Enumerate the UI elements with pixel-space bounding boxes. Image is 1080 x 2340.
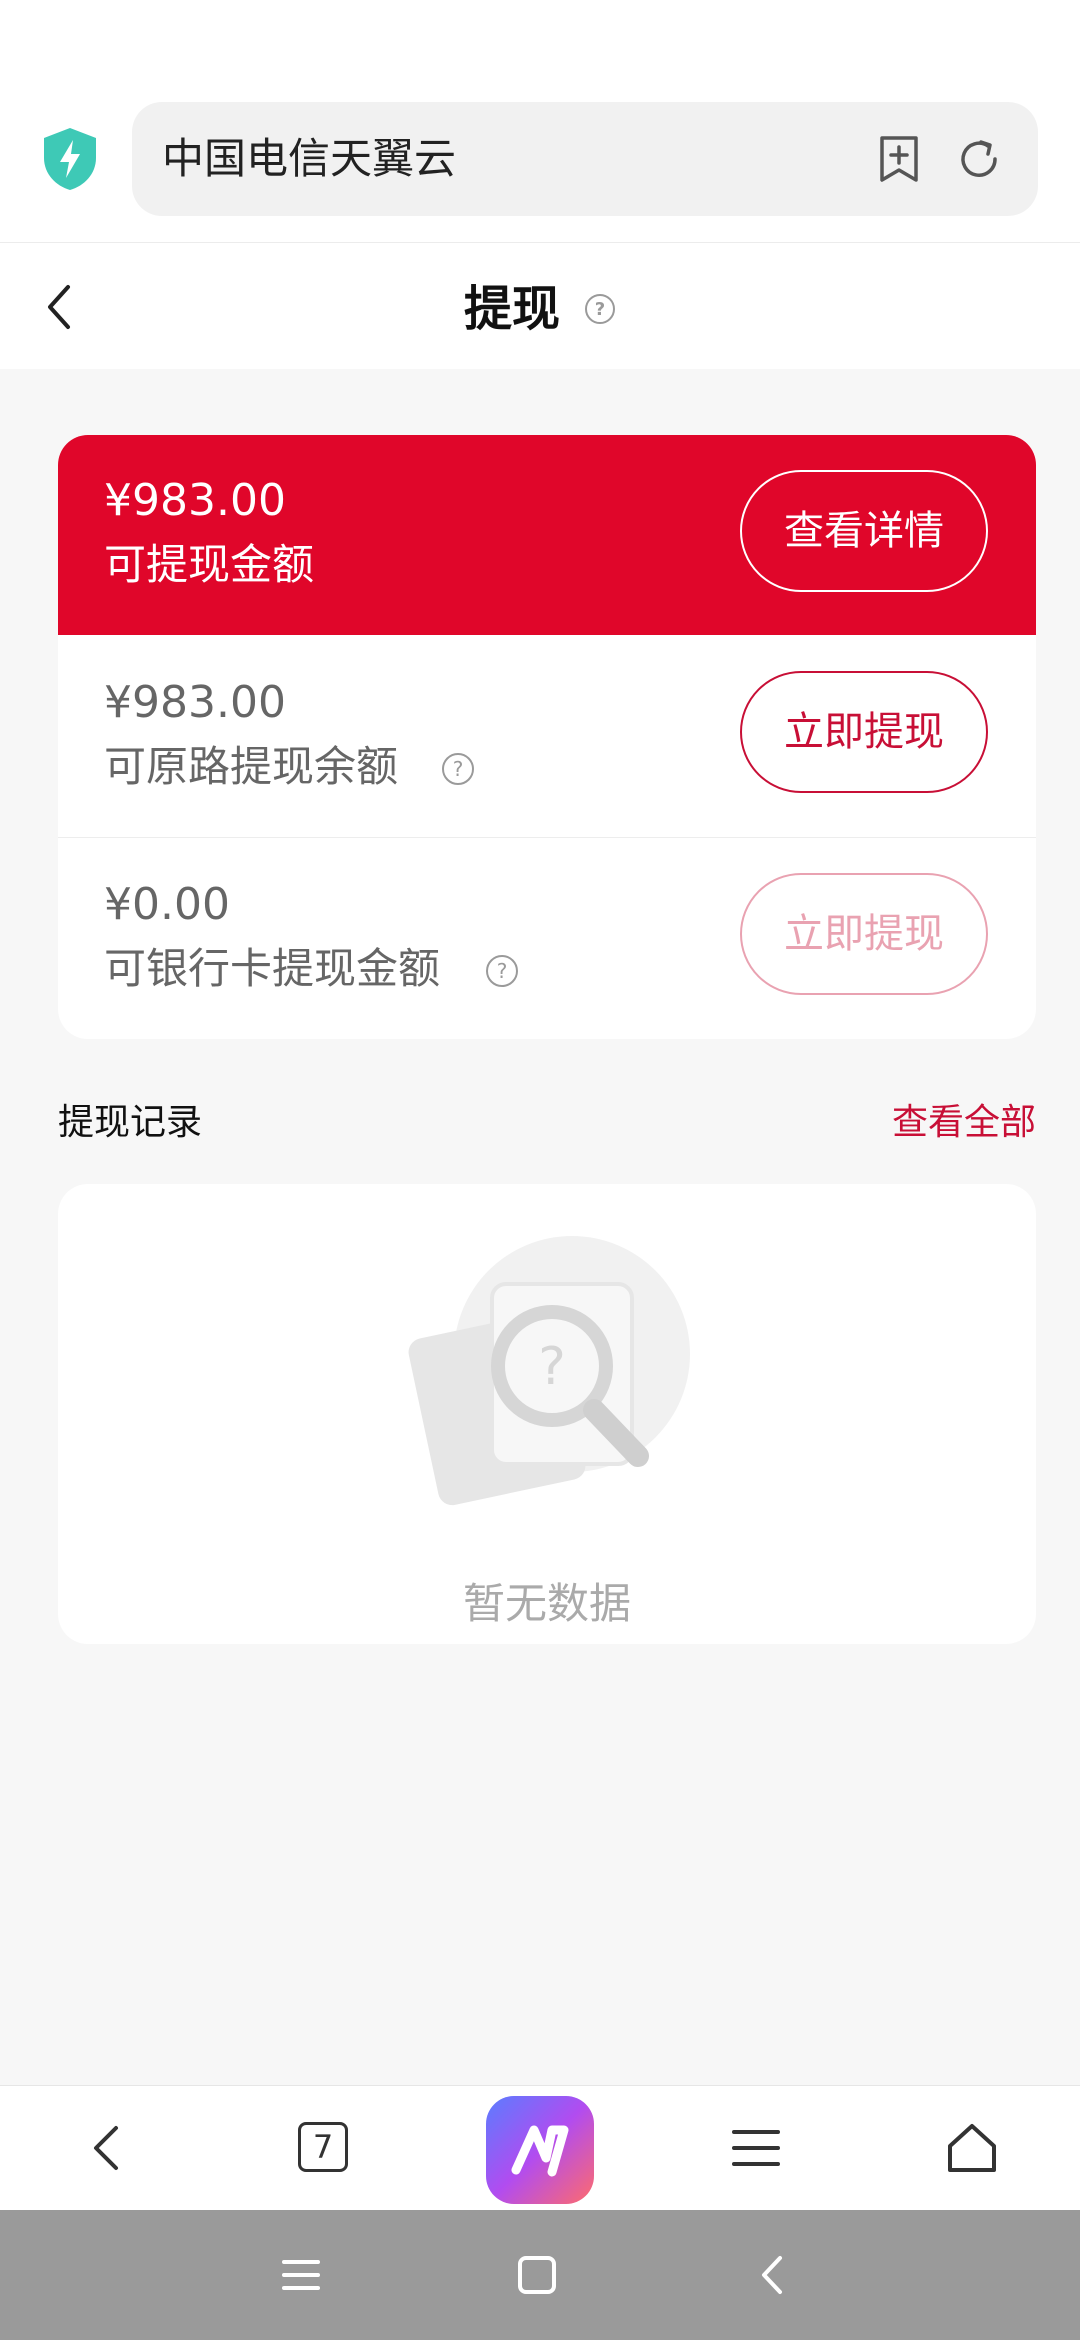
withdraw-to-bank-button[interactable]: 立即提现	[740, 873, 988, 995]
browser-top-bar: 中国电信天翼云	[0, 0, 1080, 242]
menu-icon[interactable]	[724, 2116, 788, 2180]
security-shield-icon[interactable]	[40, 126, 100, 192]
view-all-records-link[interactable]: 查看全部	[892, 1098, 1036, 1148]
view-details-button[interactable]: 查看详情	[740, 470, 988, 592]
browser-bottom-nav: 7	[0, 2085, 1080, 2211]
withdraw-now-button[interactable]: 立即提现	[740, 671, 988, 793]
add-bookmark-icon[interactable]	[874, 134, 924, 184]
bank-card-help-icon[interactable]: ?	[484, 953, 520, 989]
help-question-icon[interactable]: ?	[584, 293, 616, 325]
svg-text:?: ?	[497, 959, 508, 983]
page-header: 提现 ?	[0, 242, 1080, 369]
page-url-title: 中国电信天翼云	[162, 134, 457, 183]
system-navigation-bar	[0, 2210, 1080, 2340]
empty-search-illustration-icon: ?	[408, 1236, 690, 1506]
empty-state-text: 暂无数据	[462, 1579, 631, 1628]
withdrawable-summary: ¥983.00 可提现金额 查看详情	[58, 435, 1036, 635]
tabs-count-button[interactable]: 7	[298, 2122, 348, 2172]
svg-text:?: ?	[595, 299, 605, 320]
row-divider	[58, 837, 1036, 838]
withdrawable-label: 可提现金额	[104, 540, 315, 589]
reload-icon[interactable]	[954, 134, 1004, 184]
original-route-amount: ¥983.00	[104, 677, 286, 728]
system-home-icon[interactable]	[512, 2250, 562, 2300]
svg-text:?: ?	[453, 757, 464, 781]
records-section-title: 提现记录	[58, 1102, 203, 1143]
page-title-row: 提现 ?	[0, 279, 1080, 339]
home-icon[interactable]	[940, 2116, 1004, 2180]
bank-card-label: 可银行卡提现金额	[104, 944, 441, 993]
svg-text:?: ?	[538, 1337, 566, 1397]
app-logo-glyph-icon	[511, 2125, 569, 2177]
browser-app-logo-icon[interactable]	[486, 2096, 594, 2204]
address-bar[interactable]: 中国电信天翼云	[132, 102, 1038, 216]
page-title: 提现	[463, 281, 560, 337]
bank-card-amount: ¥0.00	[104, 879, 230, 930]
balance-card: ¥983.00 可提现金额 查看详情 ¥983.00 可原路提现余额 ? 立即提…	[58, 435, 1036, 1039]
system-recents-icon[interactable]	[276, 2250, 326, 2300]
original-route-label: 可原路提现余额	[104, 742, 399, 791]
records-empty-state: ? 暂无数据	[58, 1184, 1036, 1644]
original-route-help-icon[interactable]: ?	[440, 751, 476, 787]
system-back-icon[interactable]	[748, 2250, 798, 2300]
withdrawable-amount: ¥983.00	[104, 475, 286, 526]
browser-back-icon[interactable]	[76, 2116, 140, 2180]
